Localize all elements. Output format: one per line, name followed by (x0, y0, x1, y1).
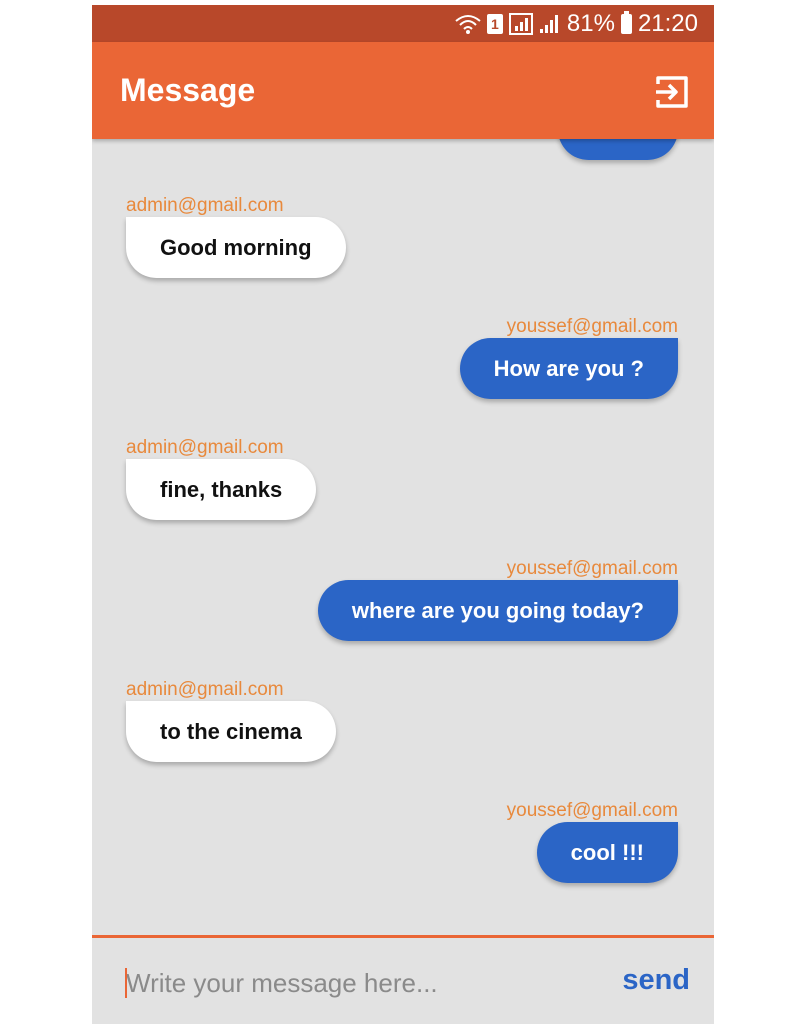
message-bubble: fine, thanks (126, 459, 317, 520)
logout-button[interactable] (654, 74, 690, 110)
signal-bars-icon (539, 14, 561, 34)
message-bubble: where are you going today? (317, 580, 678, 641)
message-sender: admin@gmail.com (126, 679, 284, 700)
message-sender: youssef@gmail.com (506, 558, 678, 579)
wifi-icon (455, 14, 481, 34)
message-input[interactable] (124, 962, 568, 1004)
logout-icon (656, 76, 688, 108)
phone-screen: 1 81% 21:20 Message admin@gmail.com Good… (92, 5, 714, 1024)
message-item: youssef@gmail.com where are you going to… (317, 558, 678, 641)
message-bubble: cool !!! (536, 822, 678, 883)
clock-time: 21:20 (637, 9, 698, 37)
message-sender: youssef@gmail.com (506, 800, 678, 821)
message-sender: admin@gmail.com (126, 195, 284, 216)
sim-slot-badge: 1 (486, 13, 503, 34)
message-sender: youssef@gmail.com (506, 316, 678, 337)
chat-list[interactable]: admin@gmail.com Good morning youssef@gma… (92, 139, 714, 935)
message-item: youssef@gmail.com cool !!! (507, 800, 678, 883)
message-composer: send (92, 935, 714, 1024)
message-item: admin@gmail.com to the cinema (126, 679, 336, 762)
send-button[interactable]: send (622, 964, 690, 997)
message-sender: admin@gmail.com (126, 437, 284, 458)
page-title: Message (120, 72, 256, 108)
message-item: youssef@gmail.com How are you ? (459, 316, 678, 399)
signal-box-icon (508, 12, 533, 35)
message-bubble: Good morning (126, 217, 346, 278)
message-item: admin@gmail.com Good morning (126, 195, 346, 278)
battery-percent: 81% (566, 9, 615, 37)
app-bar: Message (92, 42, 714, 139)
battery-icon (620, 10, 632, 34)
message-item: admin@gmail.com fine, thanks (126, 437, 317, 520)
previous-message-bubble (558, 139, 678, 160)
message-bubble: to the cinema (126, 701, 336, 762)
status-bar: 1 81% 21:20 (92, 5, 714, 42)
message-bubble: How are you ? (459, 338, 678, 399)
text-caret (125, 968, 127, 998)
